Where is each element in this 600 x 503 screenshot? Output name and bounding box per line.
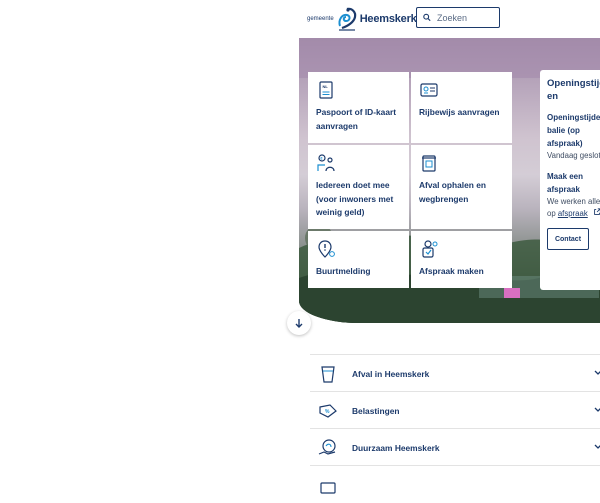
appointment-heading: Maak een afspraak — [547, 172, 584, 194]
tile-passport-label: Paspoort of ID-kaart aanvragen — [316, 107, 397, 131]
accordion-afval-label: Afval in Heemskerk — [352, 368, 430, 379]
external-link-icon — [594, 208, 600, 215]
tile-iedereen-doet-mee-label: Iedereen doet mee (voor inwoners met wei… — [316, 180, 394, 217]
tile-afval-ophalen[interactable]: Afval ophalen en wegbrengen — [411, 145, 512, 229]
sustainability-icon — [318, 438, 336, 455]
opening-hours-title: Openingstijden — [547, 78, 600, 102]
arrow-down-icon — [295, 319, 303, 328]
tile-drivers-license-label: Rijbewijs aanvragen — [419, 107, 500, 117]
municipality-logo[interactable]: gemeente Heemskerk — [307, 5, 417, 33]
accordion-belastingen-label: Belastingen — [352, 405, 400, 416]
tile-iedereen-doet-mee[interactable]: € Iedereen doet mee (voor inwoners met w… — [308, 145, 409, 229]
drivers-license-icon — [420, 83, 438, 97]
logo-swirl-icon — [338, 7, 356, 31]
svg-text:€: € — [320, 156, 323, 161]
tile-buurtmelding-label: Buurtmelding — [316, 266, 371, 276]
logo-gemeente-text: gemeente — [307, 16, 334, 22]
tile-afspraak-maken[interactable]: Afspraak maken — [411, 231, 512, 288]
opening-hours-balie-heading: Openingstijden balie (op afspraak) — [547, 113, 600, 148]
contact-button[interactable]: Contact — [547, 228, 589, 250]
location-alert-icon — [318, 240, 335, 258]
accordion-duurzaam[interactable]: Duurzaam Heemskerk — [310, 428, 600, 466]
tile-afspraak-maken-label: Afspraak maken — [419, 266, 484, 276]
money-people-icon: € — [317, 154, 335, 172]
chevron-down-icon — [594, 444, 600, 449]
tile-passport[interactable]: NL Paspoort of ID-kaart aanvragen — [308, 72, 409, 143]
chevron-down-icon — [594, 407, 600, 412]
accordion-next[interactable] — [310, 465, 600, 503]
chevron-down-icon — [594, 370, 600, 375]
appointment-text-prefix: op — [547, 209, 558, 218]
waste-bin-icon — [422, 155, 436, 172]
tile-buurtmelding[interactable]: Buurtmelding — [308, 231, 409, 288]
document-icon — [320, 481, 336, 494]
opening-hours-today-text: Vandaag gesloten — [547, 151, 600, 160]
logo-heemskerk-text: Heemskerk — [359, 13, 417, 25]
accordion-belastingen[interactable]: % Belastingen — [310, 391, 600, 429]
waste-cup-icon — [321, 365, 335, 383]
svg-text:NL: NL — [323, 84, 329, 89]
tile-afval-ophalen-label: Afval ophalen en wegbrengen — [419, 180, 487, 204]
scroll-down-button[interactable] — [287, 311, 311, 335]
appointment-text-line1: We werken alleen — [547, 197, 600, 206]
accordion-duurzaam-label: Duurzaam Heemskerk — [352, 442, 440, 453]
appointment-icon — [422, 240, 438, 258]
search-box[interactable] — [416, 7, 500, 28]
appointment-text-line2: op afspraak — [547, 208, 600, 220]
tax-tag-icon: % — [319, 403, 337, 418]
svg-text:%: % — [325, 409, 330, 415]
site-header: gemeente Heemskerk — [299, 0, 600, 39]
appointment-link[interactable]: afspraak — [558, 209, 588, 218]
passport-icon: NL — [319, 81, 333, 99]
accordion-afval[interactable]: Afval in Heemskerk — [310, 354, 600, 392]
tile-drivers-license[interactable]: Rijbewijs aanvragen — [411, 72, 512, 143]
search-input[interactable] — [435, 11, 499, 24]
opening-hours-panel: Openingstijden Openingstijden balie (op … — [540, 70, 600, 290]
search-icon — [423, 13, 431, 22]
